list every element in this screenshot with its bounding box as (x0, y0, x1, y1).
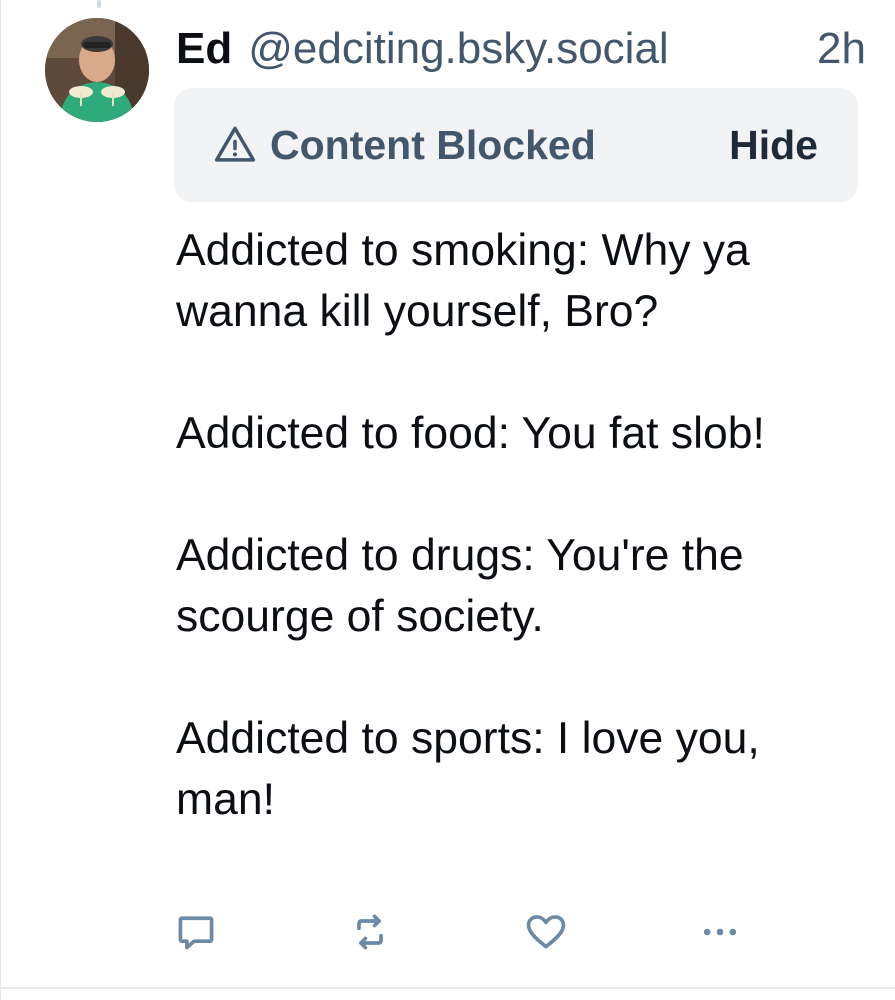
post-paragraph: Addicted to smoking: Why ya wanna kill y… (176, 226, 750, 336)
reply-icon (174, 910, 218, 954)
repost-icon (348, 910, 392, 954)
author-display-name[interactable]: Ed (176, 24, 232, 74)
post-divider (0, 987, 895, 989)
left-edge-border (0, 0, 1, 1000)
post-paragraph: Addicted to sports: I love you, man! (176, 714, 760, 824)
warning-triangle-icon (214, 124, 256, 166)
more-options-button[interactable] (698, 910, 742, 954)
repost-button[interactable] (348, 910, 392, 954)
post-action-bar (174, 910, 754, 954)
more-options-icon (698, 910, 742, 954)
author-handle[interactable]: @edciting.bsky.social (248, 24, 668, 74)
hide-content-button[interactable]: Hide (729, 122, 818, 169)
post-timestamp[interactable]: 2h (817, 24, 866, 74)
post-header: Ed @edciting.bsky.social 2h (176, 22, 866, 76)
like-button[interactable] (524, 910, 568, 954)
content-warning-label: Content Blocked (270, 121, 596, 168)
thread-line (97, 0, 101, 8)
avatar[interactable] (45, 18, 149, 122)
post-paragraph: Addicted to food: You fat slob! (176, 409, 765, 458)
heart-icon (524, 910, 568, 954)
post-paragraph: Addicted to drugs: You're the scourge of… (176, 531, 744, 641)
content-warning-banner[interactable]: Content Blocked Hide (174, 88, 858, 202)
reply-button[interactable] (174, 910, 218, 954)
post-text: Addicted to smoking: Why ya wanna kill y… (176, 220, 866, 830)
